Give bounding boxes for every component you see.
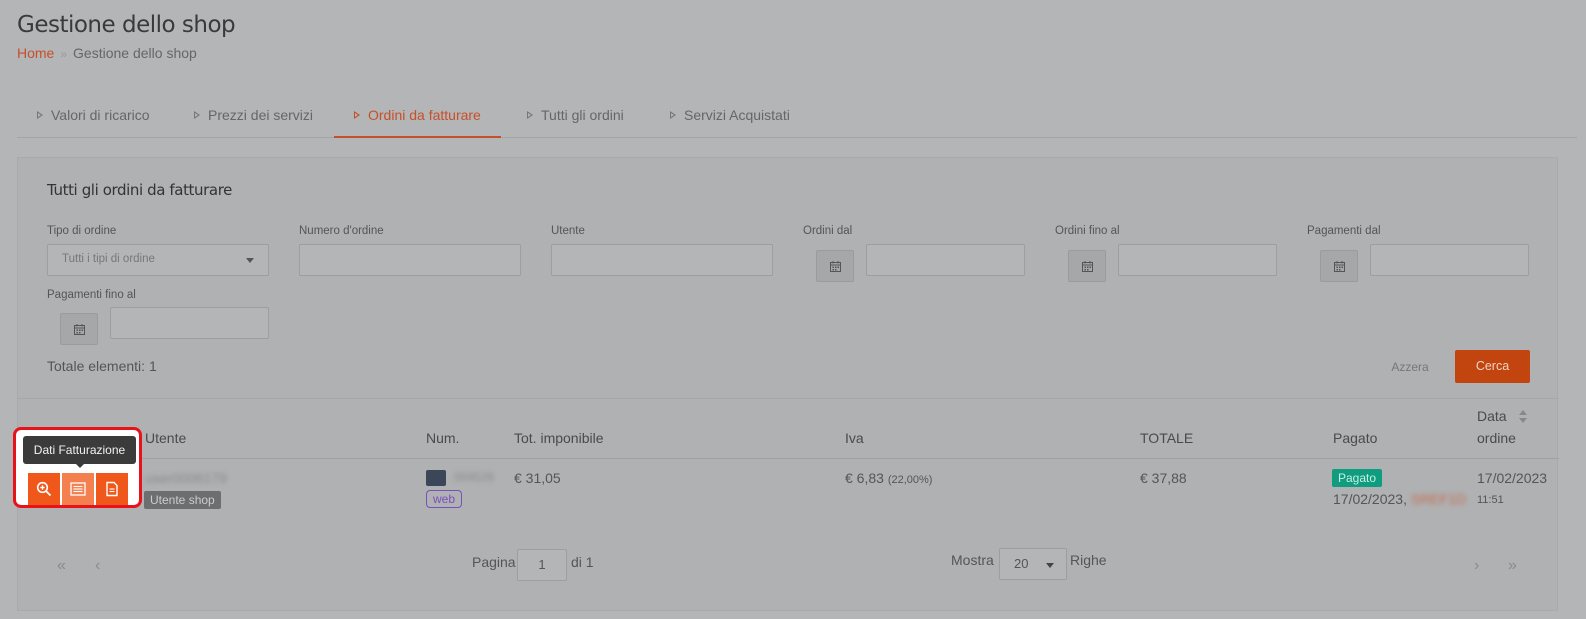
page-of-label: di 1 [571, 554, 594, 570]
pagamenti-dal-input[interactable] [1370, 244, 1529, 276]
tab-ordini-da-fatturare[interactable]: Ordini da fatturare [334, 96, 501, 138]
ordini-fino-calendar-button[interactable] [1068, 250, 1106, 282]
tab-tutti-gli-ordini[interactable]: Tutti gli ordini [527, 96, 624, 138]
table-header-line [18, 458, 1559, 459]
row-iva-rate: (22,00%) [887, 474, 933, 486]
breadcrumb: Home » Gestione dello shop [17, 45, 197, 61]
order-number: 004528 [454, 470, 495, 484]
zoom-in-icon [36, 481, 52, 497]
rows-per-page-select[interactable]: 20 [999, 548, 1067, 580]
column-header-data-line2: ordine [1477, 430, 1516, 446]
column-header-utente: Utente [145, 430, 187, 446]
tab-bar: Valori di ricarico Prezzi dei servizi Or… [17, 96, 1577, 138]
row-iva-value: € 6,83 [845, 470, 884, 486]
row-actions-highlight: Dati Fatturazione [13, 427, 142, 508]
righe-label: Righe [1070, 552, 1107, 568]
numero-ordine-input[interactable] [299, 244, 521, 276]
breadcrumb-separator: » [60, 47, 68, 61]
ordini-dal-label: Ordini dal [803, 225, 853, 237]
calendar-icon [1082, 261, 1093, 272]
breadcrumb-current: Gestione dello shop [73, 45, 197, 61]
tab-arrow-icon [37, 111, 43, 120]
tab-label: Tutti gli ordini [541, 107, 624, 123]
pagamenti-fino-input[interactable] [110, 307, 269, 339]
chevron-down-icon [246, 258, 254, 263]
pagato-date: 17/02/2023, [1333, 491, 1407, 507]
ordini-dal-calendar-button[interactable] [816, 250, 854, 282]
next-page-button[interactable]: › [1474, 557, 1479, 575]
utente-input[interactable] [551, 244, 773, 276]
reset-button[interactable]: Azzera [1378, 353, 1442, 381]
ordini-fino-label: Ordini fino al [1055, 225, 1120, 237]
tab-arrow-icon [194, 111, 200, 120]
row-iva: € 6,83 (22,00%) [845, 470, 932, 486]
tab-arrow-icon [527, 111, 533, 120]
tab-label: Ordini da fatturare [368, 107, 481, 123]
tab-label: Prezzi dei servizi [208, 107, 314, 123]
ordini-dal-input[interactable] [866, 244, 1025, 276]
order-source-badge: web [426, 490, 463, 508]
search-button[interactable]: Cerca [1455, 350, 1530, 383]
column-header-tot-imponibile: Tot. imponibile [514, 430, 604, 446]
billing-data-button[interactable] [62, 473, 94, 505]
column-header-totale: TOTALE [1140, 430, 1194, 446]
order-id-tag [426, 470, 446, 486]
calendar-icon [74, 324, 85, 335]
tab-label: Valori di ricarico [51, 107, 150, 123]
row-totale: € 37,88 [1140, 470, 1187, 486]
tab-arrow-icon [354, 111, 360, 120]
utente-type-badge: Utente shop [144, 491, 221, 509]
column-header-data[interactable]: Data [1477, 408, 1507, 424]
tab-servizi-acquistati[interactable]: Servizi Acquistati [670, 96, 790, 138]
chevron-down-icon [1046, 563, 1054, 568]
document-icon [106, 481, 118, 497]
invoice-document-button[interactable] [96, 473, 128, 505]
utente-label: Utente [551, 225, 585, 237]
row-tot-imponibile: € 31,05 [514, 470, 561, 486]
column-header-pagato: Pagato [1333, 430, 1378, 446]
tipo-ordine-label: Tipo di ordine [47, 225, 117, 237]
first-page-button[interactable]: « [57, 557, 66, 575]
breadcrumb-home-link[interactable]: Home [17, 45, 54, 61]
panel-title: Tutti gli ordini da fatturare [47, 181, 232, 199]
row-pagato-date: 17/02/2023, SREF1D [1333, 491, 1466, 507]
tab-prezzi-dei-servizi[interactable]: Prezzi dei servizi [194, 96, 313, 138]
tab-arrow-icon [670, 111, 676, 120]
ordini-fino-input[interactable] [1118, 244, 1277, 276]
list-icon [70, 482, 86, 496]
pagamenti-dal-label: Pagamenti dal [1307, 225, 1381, 237]
tab-label: Servizi Acquistati [684, 107, 790, 123]
column-header-num: Num. [426, 430, 460, 446]
orders-panel: Tutti gli ordini da fatturare Tipo di or… [17, 157, 1559, 611]
page-number-input[interactable]: 1 [517, 549, 567, 581]
pagamenti-dal-calendar-button[interactable] [1320, 250, 1358, 282]
column-header-iva: Iva [845, 430, 864, 446]
mostra-label: Mostra [951, 552, 994, 568]
pagamenti-fino-label: Pagamenti fino al [47, 289, 136, 301]
tab-valori-di-ricarico[interactable]: Valori di ricarico [37, 96, 150, 138]
pagato-reference: SREF1D [1410, 491, 1467, 507]
section-divider [18, 398, 1559, 399]
paid-status-badge: Pagato [1332, 469, 1383, 487]
pagina-label: Pagina [472, 554, 516, 570]
tipo-ordine-select[interactable]: Tutti i tipi di ordine [47, 244, 269, 276]
page-title: Gestione dello shop [17, 12, 236, 38]
numero-ordine-label: Numero d'ordine [299, 225, 384, 237]
prev-page-button[interactable]: ‹ [95, 557, 100, 575]
view-order-button[interactable] [28, 473, 60, 505]
tipo-ordine-value: Tutti i tipi di ordine [62, 253, 155, 265]
last-page-button[interactable]: » [1508, 557, 1517, 575]
calendar-icon [1334, 261, 1345, 272]
calendar-icon [830, 261, 841, 272]
row-data-date: 17/02/2023 [1477, 470, 1548, 486]
pagamenti-fino-calendar-button[interactable] [60, 313, 98, 345]
tooltip: Dati Fatturazione [23, 436, 136, 468]
rows-per-page-value: 20 [1014, 556, 1029, 571]
row-data-time: 11:51 [1477, 494, 1504, 506]
sort-icon[interactable] [1519, 410, 1527, 424]
row-utente-name: user0006179 [145, 470, 227, 486]
total-count: Totale elementi: 1 [47, 358, 157, 374]
